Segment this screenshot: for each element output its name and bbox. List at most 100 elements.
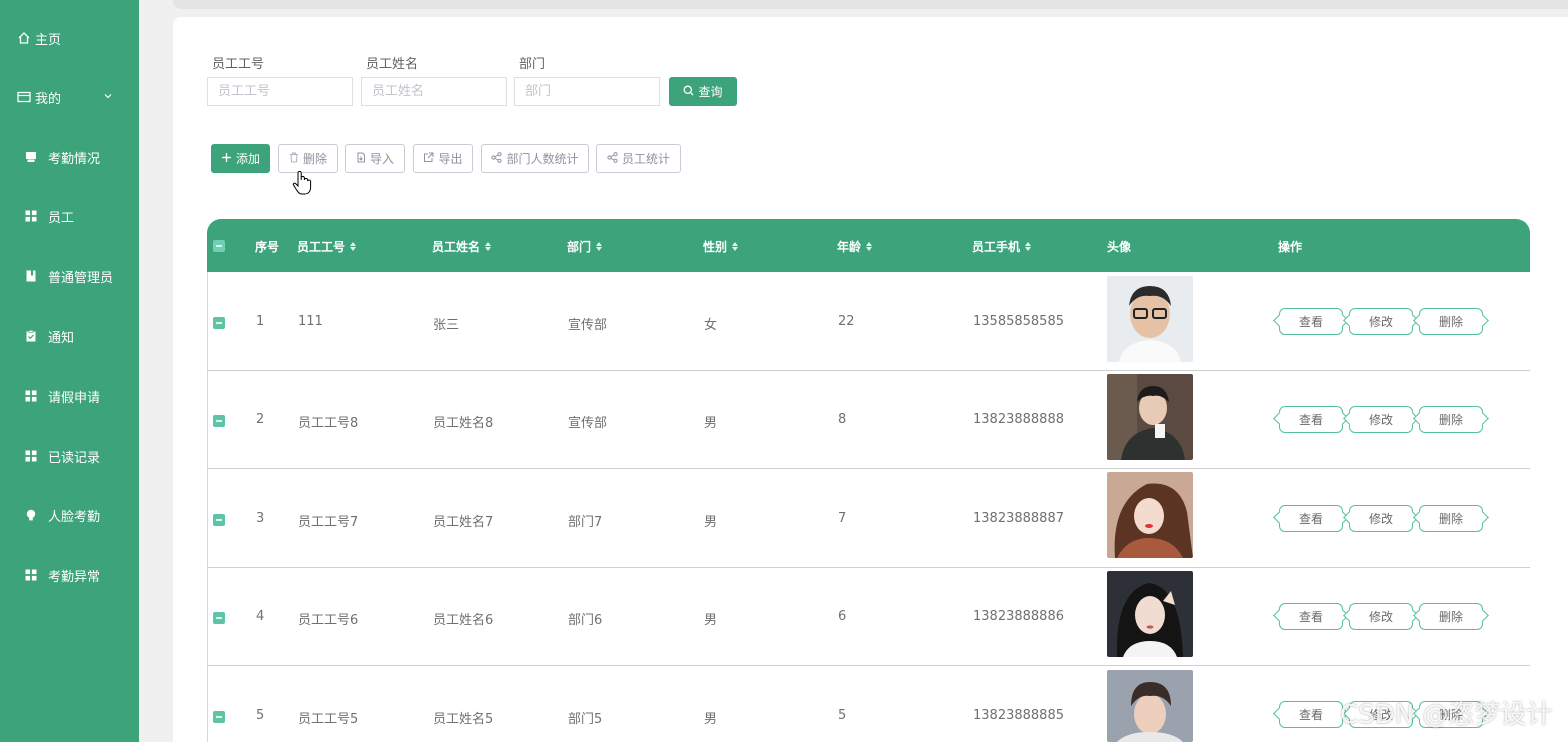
staff-stats-button-label: 员工统计: [621, 152, 670, 166]
sidebar-item-leave[interactable]: 请假申请: [0, 381, 139, 411]
row-actions: 查看 修改 删除: [1279, 505, 1483, 532]
row-checkbox[interactable]: [213, 415, 225, 427]
import-icon: [356, 152, 366, 166]
cell-phone: 13823888886: [973, 609, 1064, 624]
sidebar-item-label: 考勤情况: [48, 151, 101, 167]
view-button[interactable]: 查看: [1279, 308, 1343, 335]
view-button[interactable]: 查看: [1279, 603, 1343, 630]
dept-stats-button[interactable]: 部门人数统计: [481, 144, 589, 173]
grid-icon: [24, 209, 38, 223]
cell-department: 宣传部: [568, 416, 608, 431]
table-header: 序号 员工工号 员工姓名 部门 性别 年龄 员工手机 头像 操作: [207, 219, 1530, 272]
header-department[interactable]: 部门: [567, 238, 603, 255]
row-checkbox[interactable]: [213, 612, 225, 624]
header-gender[interactable]: 性别: [703, 238, 739, 255]
sort-icon[interactable]: [485, 242, 492, 251]
row-actions: 查看 修改 删除: [1279, 406, 1483, 433]
header-employee-id[interactable]: 员工工号: [297, 238, 357, 255]
cell-phone: 13823888888: [973, 412, 1064, 427]
row-checkbox[interactable]: [213, 317, 225, 329]
sidebar-item-attendance[interactable]: 考勤情况: [0, 142, 139, 172]
avatar[interactable]: [1107, 276, 1193, 362]
sidebar-item-abnormal[interactable]: 考勤异常: [0, 560, 139, 590]
sort-icon[interactable]: [732, 242, 739, 251]
edit-button[interactable]: 修改: [1349, 505, 1413, 532]
sort-icon[interactable]: [596, 242, 603, 251]
header-employee-name[interactable]: 员工姓名: [432, 238, 492, 255]
cell-phone: 13585858585: [973, 314, 1064, 329]
sidebar-item-label: 请假申请: [48, 390, 101, 406]
sidebar-item-notice[interactable]: 通知: [0, 321, 139, 351]
table-row: 3 员工工号7 员工姓名7 部门7 男 7 13823888887 查看 修改 …: [207, 469, 1530, 568]
cell-employee-name: 员工姓名6: [433, 613, 494, 628]
sidebar-item-label: 员工: [48, 210, 75, 226]
cell-age: 22: [838, 314, 855, 329]
row-checkbox[interactable]: [213, 711, 225, 723]
avatar[interactable]: [1107, 472, 1193, 558]
add-button[interactable]: 添加: [211, 144, 270, 173]
sidebar-item-label: 已读记录: [48, 450, 101, 466]
grid-icon: [24, 389, 38, 403]
employee-id-input[interactable]: [207, 77, 353, 106]
view-button[interactable]: 查看: [1279, 406, 1343, 433]
table-row: 1 111 张三 宣传部 女 22 13585858585 查看 修改 删除: [207, 272, 1530, 371]
share-icon: [607, 151, 618, 166]
department-label: 部门: [519, 57, 546, 72]
cell-employee-id: 111: [298, 314, 323, 329]
sidebar-item-home[interactable]: 主页: [0, 23, 139, 53]
department-input[interactable]: [514, 77, 660, 106]
edit-button[interactable]: 修改: [1349, 406, 1413, 433]
cell-employee-id: 员工工号6: [298, 613, 359, 628]
export-button[interactable]: 导出: [413, 144, 473, 173]
employee-name-input[interactable]: [361, 77, 507, 106]
avatar[interactable]: [1107, 670, 1193, 742]
import-button[interactable]: 导入: [345, 144, 405, 173]
header-index: 序号: [255, 240, 280, 254]
table-row: 2 员工工号8 员工姓名8 宣传部 男 8 13823888888 查看 修改 …: [207, 371, 1530, 469]
sidebar-item-mine[interactable]: 我的: [0, 82, 139, 112]
view-button[interactable]: 查看: [1279, 701, 1343, 728]
select-all-checkbox[interactable]: [213, 240, 225, 252]
top-bar: [173, 0, 1568, 9]
delete-row-button[interactable]: 删除: [1419, 505, 1483, 532]
delete-row-button[interactable]: 删除: [1419, 603, 1483, 630]
avatar[interactable]: [1107, 571, 1193, 657]
edit-button[interactable]: 修改: [1349, 308, 1413, 335]
sort-icon[interactable]: [866, 242, 873, 251]
delete-row-button[interactable]: 删除: [1419, 308, 1483, 335]
cell-age: 8: [838, 412, 847, 427]
avatar[interactable]: [1107, 374, 1193, 460]
edit-button[interactable]: 修改: [1349, 603, 1413, 630]
header-actions: 操作: [1278, 240, 1303, 254]
delete-button-label: 删除: [302, 152, 327, 166]
export-button-label: 导出: [438, 152, 463, 166]
row-checkbox[interactable]: [213, 514, 225, 526]
cell-index: 5: [256, 708, 265, 723]
tray-icon: [24, 150, 38, 164]
cell-employee-id: 员工工号5: [298, 712, 359, 727]
staff-stats-button[interactable]: 员工统计: [596, 144, 681, 173]
delete-button[interactable]: 删除: [278, 144, 338, 173]
card-icon: [17, 90, 31, 104]
sidebar-item-read-log[interactable]: 已读记录: [0, 441, 139, 471]
view-button[interactable]: 查看: [1279, 505, 1343, 532]
grid-icon: [24, 449, 38, 463]
export-icon: [423, 152, 434, 166]
query-button[interactable]: 查询: [669, 77, 737, 106]
hand-cursor-icon: [292, 170, 312, 196]
sort-icon[interactable]: [1025, 242, 1032, 251]
share-icon: [491, 151, 503, 166]
cell-employee-name: 员工姓名5: [433, 712, 494, 727]
header-age[interactable]: 年龄: [837, 238, 873, 255]
cell-age: 5: [838, 708, 847, 723]
cell-age: 7: [838, 511, 847, 526]
sidebar-item-staff[interactable]: 员工: [0, 201, 139, 231]
cell-gender: 女: [704, 318, 718, 333]
sort-icon[interactable]: [350, 242, 357, 251]
sidebar-item-face-attendance[interactable]: 人脸考勤: [0, 500, 139, 530]
sidebar-item-admin[interactable]: 普通管理员: [0, 261, 139, 291]
delete-row-button[interactable]: 删除: [1419, 406, 1483, 433]
cell-gender: 男: [704, 416, 718, 431]
header-phone[interactable]: 员工手机: [972, 238, 1032, 255]
cell-employee-id: 员工工号7: [298, 515, 359, 530]
